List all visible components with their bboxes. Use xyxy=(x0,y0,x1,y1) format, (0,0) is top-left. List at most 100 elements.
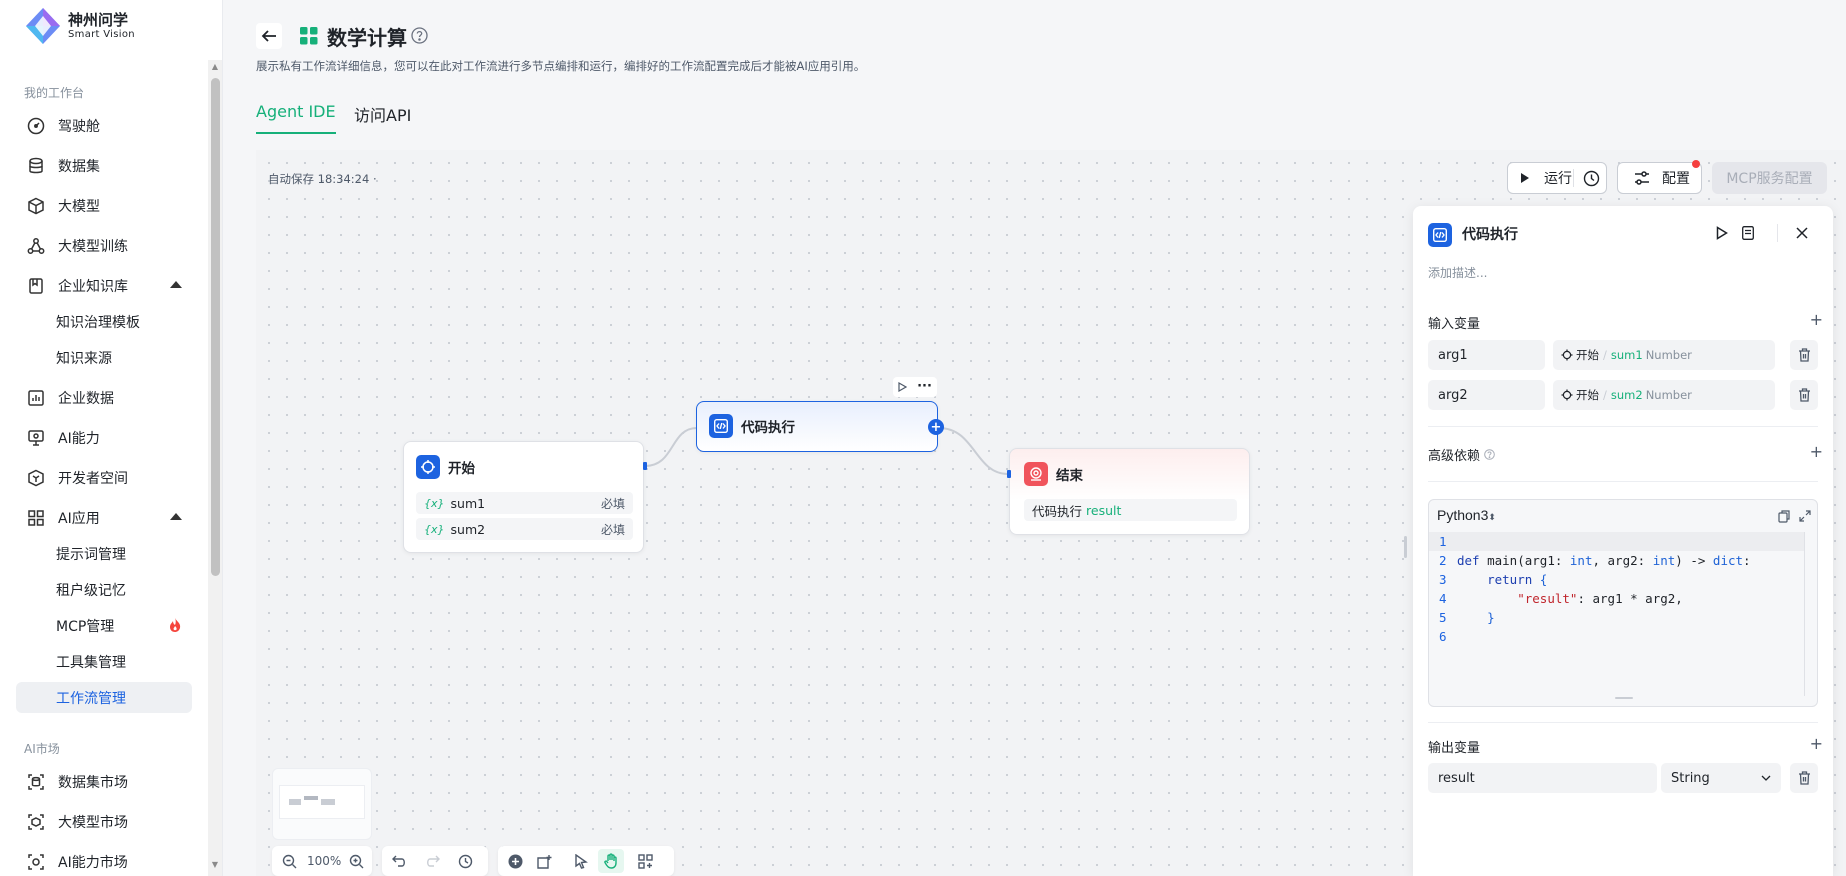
var-name: sum2 xyxy=(450,521,486,537)
active-line-highlight xyxy=(1429,532,1804,551)
code-editor[interactable]: Python3⬍ 1 2 def main(arg1: int, arg2: in… xyxy=(1428,499,1818,707)
copy-icon[interactable] xyxy=(1778,510,1790,523)
code-node-title: 代码执行 xyxy=(741,420,795,436)
source-var: sum2 xyxy=(1610,388,1643,402)
resize-handle[interactable] xyxy=(1615,697,1633,699)
source-var: sum1 xyxy=(1610,348,1643,362)
zoom-level[interactable]: 100% xyxy=(307,854,341,868)
end-input-port[interactable] xyxy=(1007,470,1011,478)
node-mini-toolbar: ··· xyxy=(893,377,937,397)
language-select[interactable]: Python3⬍ xyxy=(1437,507,1496,523)
edge-start-to-code xyxy=(644,427,698,467)
input-var-name[interactable]: arg2 xyxy=(1428,380,1545,410)
output-type-select[interactable]: String xyxy=(1661,763,1781,793)
minimap[interactable] xyxy=(272,768,372,840)
node-start[interactable]: 开始 {x} sum1 必填 {x} sum2 必填 xyxy=(403,441,644,553)
code-line: 6 xyxy=(1439,629,1447,644)
code-line: 1 xyxy=(1439,534,1447,549)
source-node: 开始 xyxy=(1576,388,1599,402)
help-icon[interactable] xyxy=(1484,449,1495,460)
start-node-icon xyxy=(1561,389,1573,401)
output-var: result xyxy=(1086,502,1122,518)
source-separator: / xyxy=(1603,348,1607,362)
start-output-port[interactable] xyxy=(643,462,647,470)
editor-scrollbar[interactable] xyxy=(1804,532,1805,696)
run-node-icon[interactable] xyxy=(898,382,908,392)
code-line: 2 def main(arg1: int, arg2: int) -> dict: xyxy=(1439,553,1751,568)
output-source: 代码执行 xyxy=(1032,503,1083,519)
output-type-value: String xyxy=(1671,770,1710,786)
divider xyxy=(1428,722,1818,723)
language-value: Python3 xyxy=(1437,507,1489,523)
pointer-icon[interactable] xyxy=(575,853,588,869)
add-input-icon[interactable]: + xyxy=(1810,310,1823,329)
close-icon[interactable] xyxy=(1796,227,1808,239)
var-required: 必填 xyxy=(600,522,625,537)
input-var-source[interactable]: 开始 / sum1 Number xyxy=(1553,340,1775,370)
zoom-in-icon[interactable] xyxy=(349,854,364,869)
document-icon[interactable] xyxy=(1742,226,1754,240)
code-node-icon xyxy=(1428,223,1452,247)
add-node-icon[interactable] xyxy=(508,854,523,869)
history-toolbar xyxy=(382,846,488,876)
var-name: sum1 xyxy=(450,495,486,511)
variable-icon: {x} xyxy=(424,496,445,510)
redo-icon[interactable] xyxy=(425,854,440,868)
start-var-row: {x} sum1 必填 xyxy=(416,492,633,514)
delete-input-button[interactable] xyxy=(1790,380,1818,410)
add-note-icon[interactable] xyxy=(537,854,553,869)
panel-resize-handle[interactable] xyxy=(1404,536,1407,558)
add-output-icon[interactable]: + xyxy=(1810,734,1823,753)
run-node-icon[interactable] xyxy=(1716,226,1728,240)
source-node: 开始 xyxy=(1576,348,1599,362)
chevron-down-icon xyxy=(1761,775,1771,781)
source-type: Number xyxy=(1645,388,1692,402)
sort-arrows-icon: ⬍ xyxy=(1488,512,1496,522)
hand-icon xyxy=(603,853,617,869)
panel-title: 代码执行 xyxy=(1462,227,1518,243)
var-required: 必填 xyxy=(600,496,625,511)
history-icon[interactable] xyxy=(458,854,473,869)
divider xyxy=(1428,426,1818,427)
end-node-title: 结束 xyxy=(1056,468,1083,484)
zoom-out-icon[interactable] xyxy=(282,854,297,869)
node-end[interactable]: 结束 代码执行 result xyxy=(1009,448,1250,535)
input-var-name[interactable]: arg1 xyxy=(1428,340,1545,370)
add-dependency-icon[interactable]: + xyxy=(1810,442,1823,461)
description-placeholder[interactable]: 添加描述... xyxy=(1428,264,1487,281)
start-node-icon xyxy=(1561,349,1573,361)
advanced-deps-label: 高级依赖 xyxy=(1428,445,1495,464)
end-node-icon xyxy=(1024,462,1048,486)
code-line: 5 } xyxy=(1439,610,1495,625)
delete-output-button[interactable] xyxy=(1790,763,1818,793)
auto-layout-icon[interactable] xyxy=(638,853,653,869)
source-type: Number xyxy=(1645,348,1692,362)
start-node-icon xyxy=(416,455,440,479)
output-var-name[interactable]: result xyxy=(1428,763,1657,793)
end-output-row: 代码执行 result xyxy=(1024,499,1237,521)
outputs-label: 输出变量 xyxy=(1428,741,1481,756)
zoom-toolbar: 100% xyxy=(272,846,372,876)
hand-tool-button[interactable] xyxy=(598,849,624,873)
tools-toolbar xyxy=(498,846,674,876)
code-line: 3 return { xyxy=(1439,572,1548,587)
start-node-title: 开始 xyxy=(448,461,475,477)
expand-icon[interactable] xyxy=(1799,510,1811,522)
delete-input-button[interactable] xyxy=(1790,340,1818,370)
advanced-deps-text: 高级依赖 xyxy=(1428,449,1481,464)
edge-code-to-end xyxy=(938,427,1009,475)
code-line: 4 "result": arg1 * arg2, xyxy=(1439,591,1683,606)
inputs-label: 输入变量 xyxy=(1428,317,1481,332)
code-node-icon xyxy=(709,414,733,438)
variable-icon: {x} xyxy=(424,522,445,536)
trash-icon xyxy=(1798,348,1810,362)
source-separator: / xyxy=(1603,388,1607,402)
start-var-row: {x} sum2 必填 xyxy=(416,518,633,540)
trash-icon xyxy=(1798,388,1810,402)
undo-icon[interactable] xyxy=(392,854,407,868)
more-icon[interactable]: ··· xyxy=(917,380,932,393)
node-code-exec[interactable]: 代码执行 xyxy=(696,401,938,452)
input-var-source[interactable]: 开始 / sum2 Number xyxy=(1553,380,1775,410)
add-node-plus-icon[interactable]: + xyxy=(928,419,944,435)
node-config-panel: 代码执行 添加描述... 输入变量 + arg1 开始 / sum1 Numbe… xyxy=(1413,206,1833,876)
